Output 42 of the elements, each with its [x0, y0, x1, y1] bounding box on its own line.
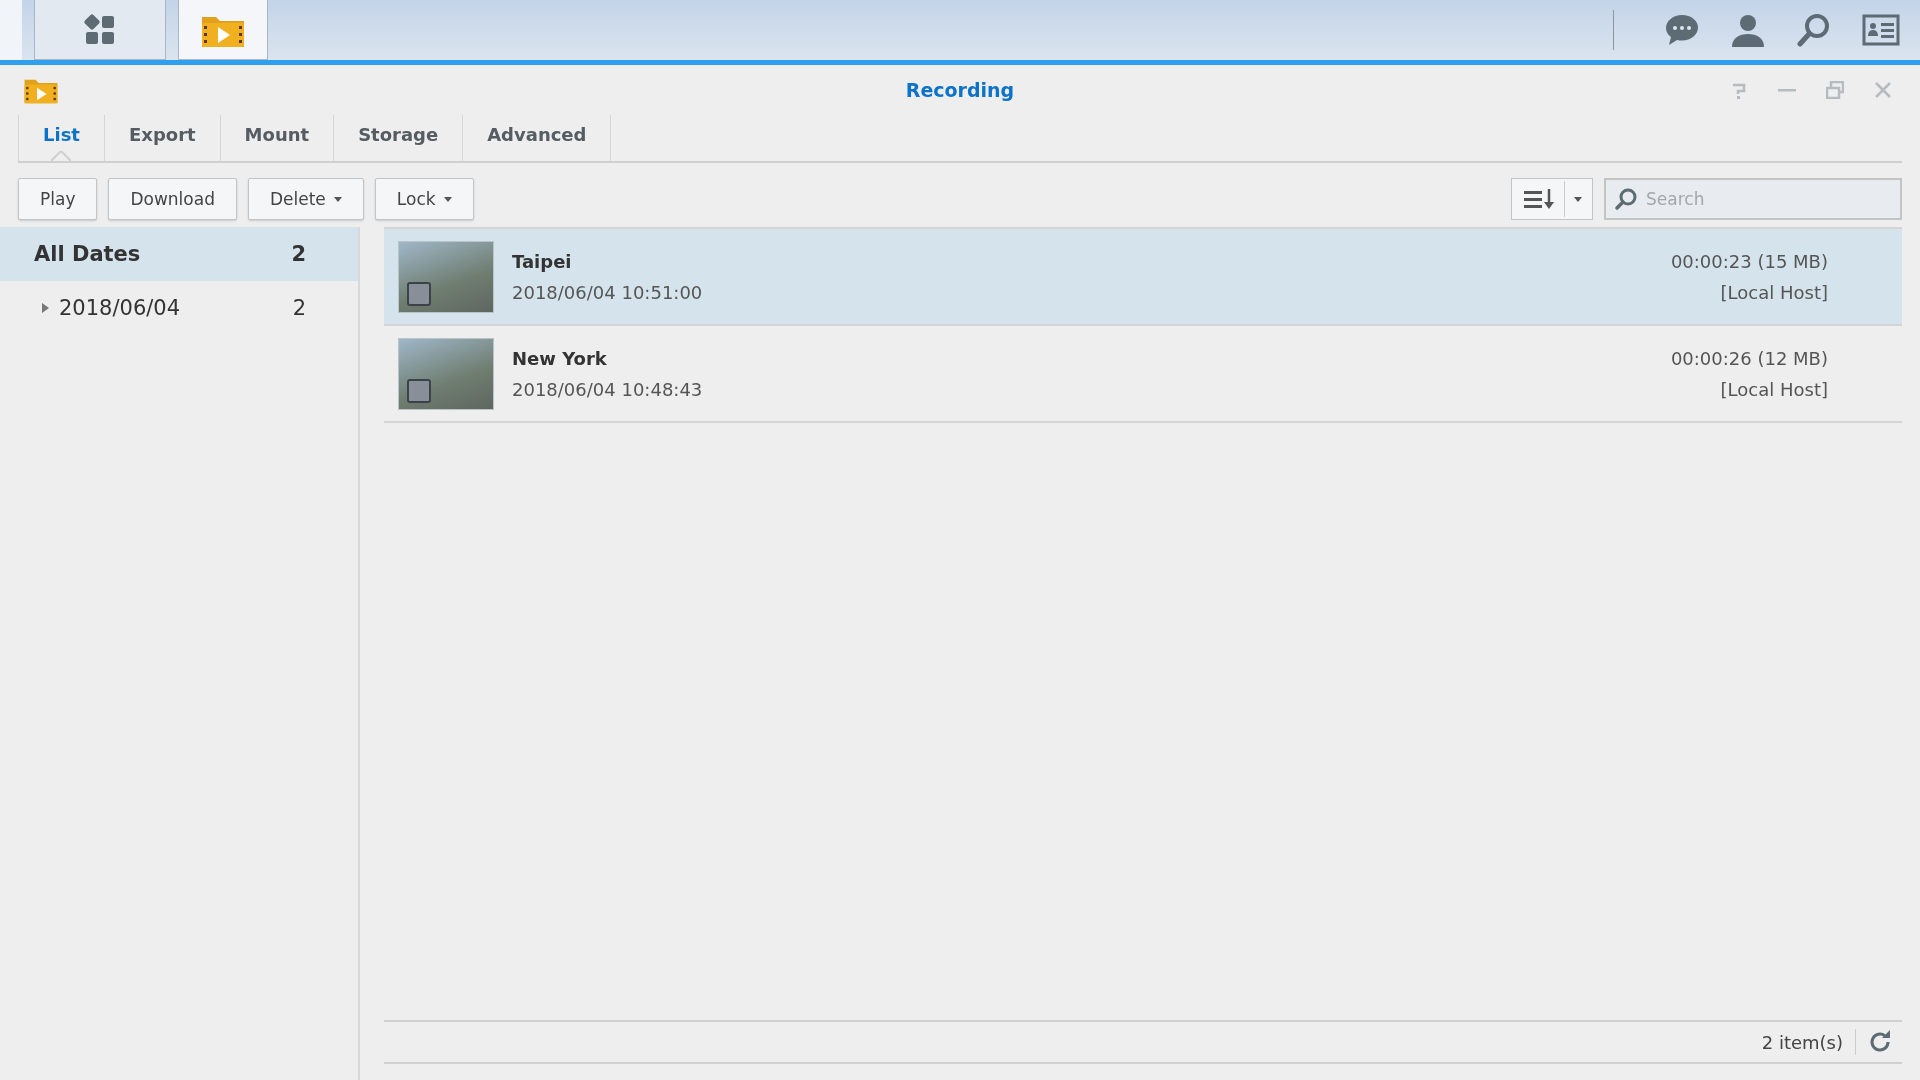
recording-row[interactable]: New York 2018/06/04 10:48:43 00:00:26 (12 MB) [Local Host] — [384, 326, 1902, 423]
caret-icon — [1574, 196, 1582, 202]
sort-button[interactable] — [1511, 178, 1593, 220]
sidebar-item[interactable]: 2018/06/04 2 — [0, 281, 358, 335]
search-icon[interactable] — [1796, 13, 1832, 47]
duration-size: 00:00:26 (12 MB) — [1670, 347, 1828, 369]
refresh-icon[interactable] — [1868, 1030, 1892, 1054]
item-count: 2 — [292, 296, 306, 320]
source-host: [Local Host] — [1720, 281, 1828, 303]
checkbox[interactable] — [407, 378, 431, 403]
grid-icon — [83, 12, 117, 47]
item-count: 2 item(s) — [1761, 1031, 1843, 1053]
toolbar-button[interactable]: Download — [108, 178, 237, 220]
chat-icon[interactable] — [1664, 13, 1700, 47]
recording-time: 2018/06/04 10:51:00 — [512, 281, 704, 303]
window-title: Recording — [905, 79, 1015, 101]
toolbar-button[interactable]: Play — [18, 178, 98, 220]
tab[interactable]: Advanced — [462, 115, 612, 161]
tab[interactable]: Storage — [333, 115, 463, 161]
user-icon[interactable] — [1730, 13, 1766, 47]
date-group-label: All Dates — [34, 242, 142, 266]
duration-size: 00:00:23 (15 MB) — [1670, 250, 1828, 272]
recording-row[interactable]: Taipei 2018/06/04 10:51:00 00:00:23 (15 MB) [Local Host] — [384, 229, 1902, 326]
tab[interactable]: List — [18, 115, 104, 161]
recording-app-button[interactable] — [178, 0, 268, 60]
recording-name: New York — [512, 347, 608, 369]
id-card-icon[interactable] — [1862, 14, 1900, 46]
recording-time: 2018/06/04 10:48:43 — [512, 378, 704, 400]
sort-icon — [1524, 189, 1556, 209]
main-menu-button[interactable] — [34, 0, 166, 60]
toolbar-button[interactable]: Delete — [247, 178, 364, 220]
tab[interactable]: Mount — [219, 115, 334, 161]
expand-arrow-icon[interactable] — [42, 303, 49, 313]
toolbar-button[interactable]: Lock — [374, 178, 474, 220]
date-label: 2018/06/04 — [59, 296, 182, 320]
source-host: [Local Host] — [1720, 378, 1828, 400]
item-count: 2 — [291, 242, 306, 266]
search-field[interactable]: Search — [1604, 178, 1902, 220]
recording-name: Taipei — [512, 250, 573, 272]
tab[interactable]: Export — [103, 115, 220, 161]
checkbox[interactable] — [407, 281, 431, 306]
sidebar-item[interactable]: All Dates 2 — [0, 227, 358, 281]
